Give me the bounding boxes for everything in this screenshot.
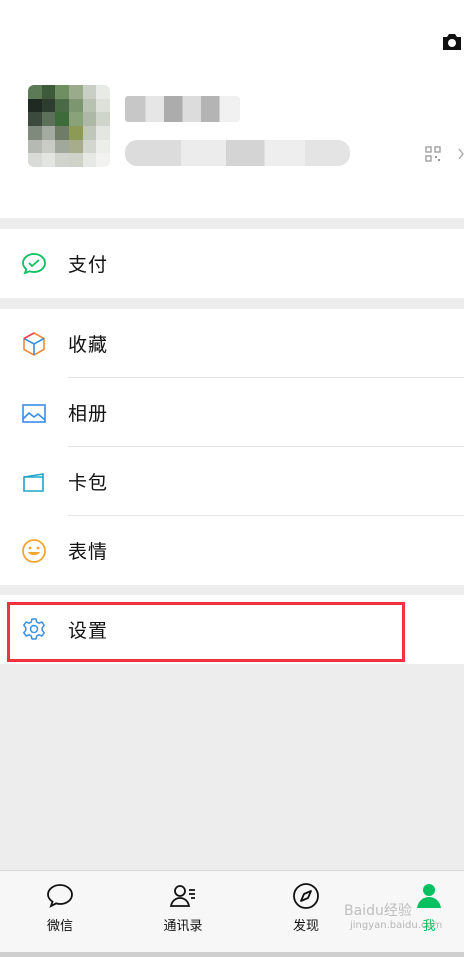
bottom-edge (0, 952, 464, 957)
watermark-url: jingyan.baidu.com (350, 920, 443, 931)
album-icon (22, 403, 46, 423)
qr-code-icon[interactable] (425, 146, 441, 162)
chevron-right-icon (458, 148, 464, 160)
sticker-icon (22, 538, 46, 563)
menu-item-album[interactable]: 相册 (0, 378, 464, 447)
settings-highlight-box (7, 602, 405, 662)
menu-label-sticker: 表情 (68, 541, 109, 563)
contacts-icon (169, 885, 195, 907)
camera-icon[interactable] (440, 30, 464, 54)
profile-header[interactable] (0, 0, 464, 218)
tab-label-contacts: 通讯录 (163, 919, 203, 934)
discover-icon (293, 883, 319, 909)
tab-label-discover: 发现 (292, 919, 319, 934)
menu-item-pay[interactable]: 支付 (0, 229, 464, 298)
tab-contacts[interactable]: 通讯录 (143, 877, 223, 947)
menu-item-card-wallet[interactable]: 卡包 (0, 447, 464, 516)
watermark: Baidu经验 (344, 903, 412, 919)
me-icon (417, 884, 441, 908)
tab-label-chats: 微信 (46, 919, 73, 934)
menu-label-favorites: 收藏 (68, 334, 109, 356)
tab-discover[interactable]: 发现 (266, 877, 346, 947)
menu-label-card-wallet: 卡包 (68, 472, 109, 494)
tab-chats[interactable]: 微信 (20, 877, 100, 947)
menu-item-favorites[interactable]: 收藏 (0, 309, 464, 378)
card-wallet-icon (23, 472, 44, 492)
chat-icon (47, 884, 73, 908)
pay-section: 支付 (0, 229, 464, 298)
avatar[interactable] (28, 85, 110, 167)
tools-section: 收藏 相册 卡包 表情 (0, 309, 464, 585)
nickname-blurred (125, 96, 240, 122)
menu-label-album: 相册 (68, 403, 109, 425)
pay-icon (22, 252, 46, 274)
menu-label-pay: 支付 (68, 254, 109, 276)
favorites-icon (23, 331, 45, 356)
menu-item-sticker[interactable]: 表情 (0, 516, 464, 585)
wechat-id-blurred (125, 140, 350, 166)
